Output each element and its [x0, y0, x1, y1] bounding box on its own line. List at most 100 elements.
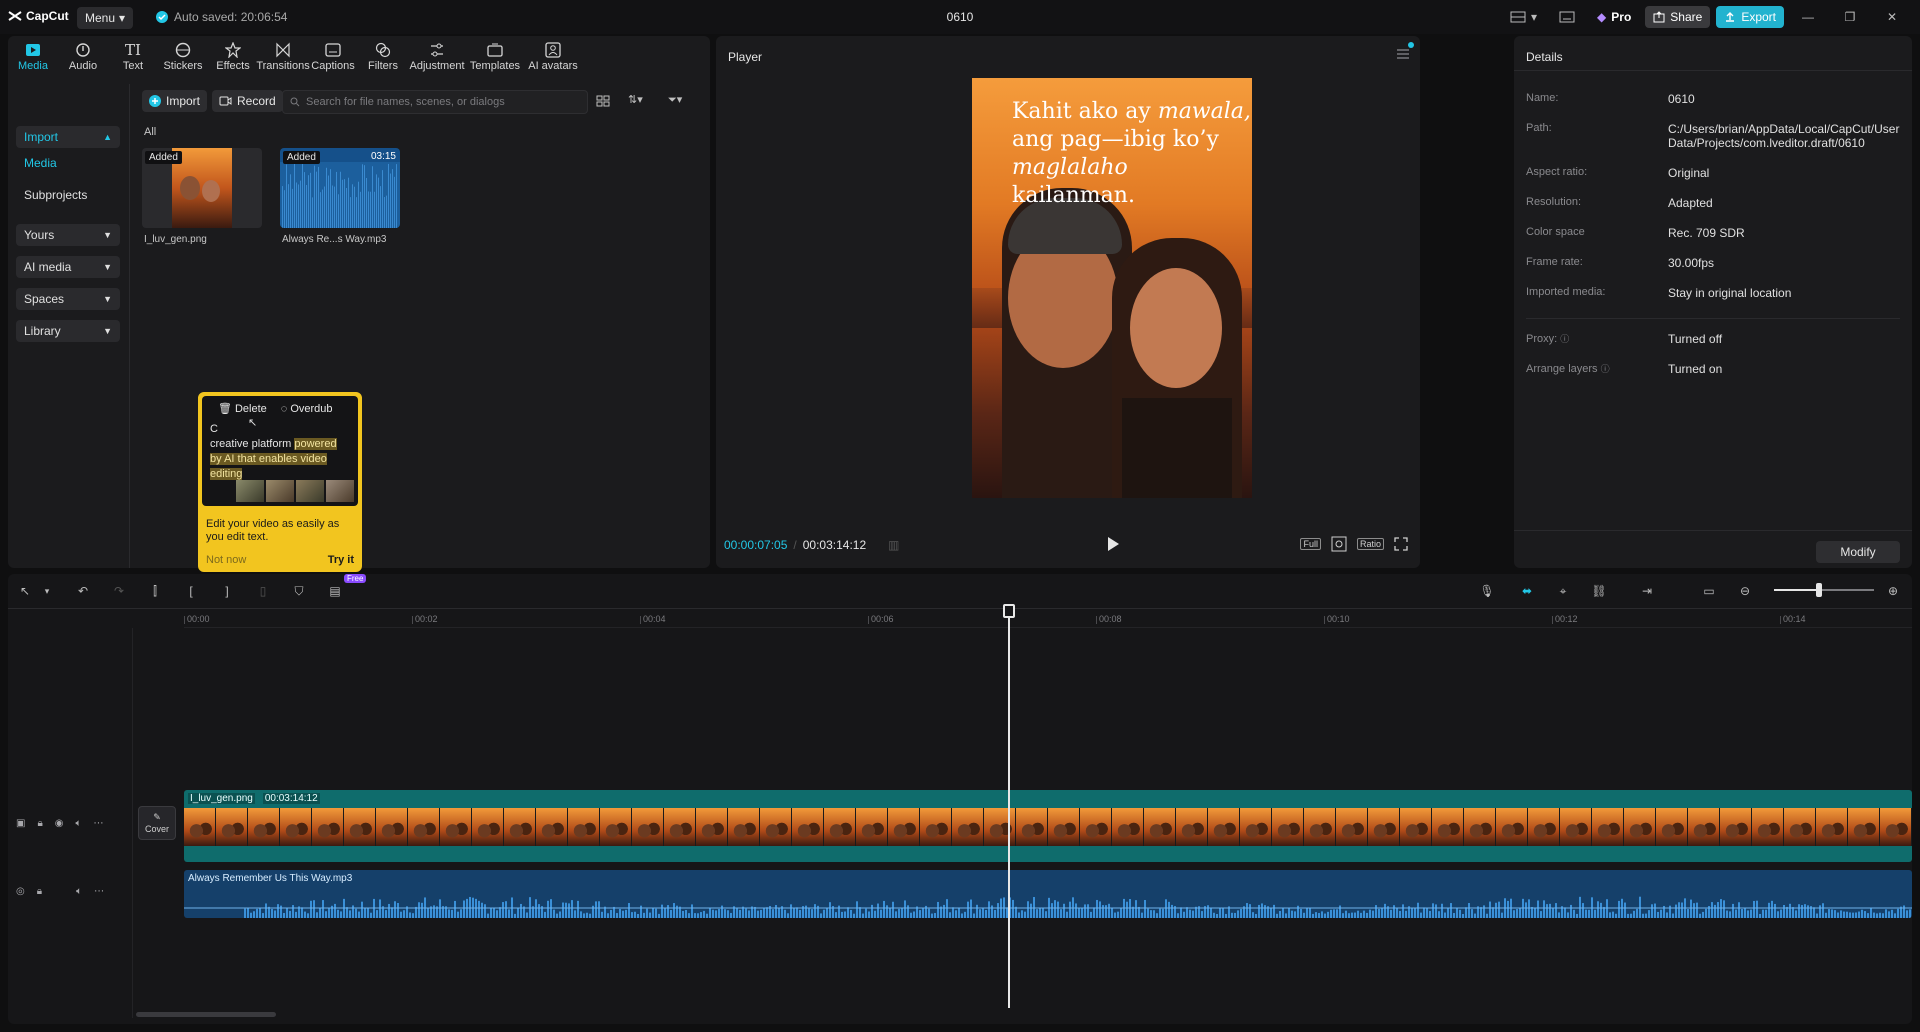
waveform-bar — [1135, 900, 1137, 918]
sidebar-item-library[interactable]: Library ▼ — [16, 320, 120, 342]
shortcuts-button[interactable] — [1551, 6, 1583, 28]
cover-button[interactable]: ✎ Cover — [138, 806, 176, 840]
tab-media[interactable]: Media — [8, 36, 58, 76]
more-icon[interactable]: ⋯ — [94, 818, 104, 829]
not-now-button[interactable]: Not now — [206, 554, 246, 566]
player-menu-button[interactable] — [1396, 48, 1410, 60]
tab-audio[interactable]: Audio — [58, 36, 108, 76]
full-quality-button[interactable]: Full — [1300, 538, 1321, 550]
sidebar-item-ai-media[interactable]: AI media ▼ — [16, 256, 120, 278]
preview-axis-button[interactable]: ⇥ — [1638, 582, 1656, 600]
zoom-fit-icon[interactable] — [1331, 536, 1347, 552]
split-right-button[interactable]: ] — [218, 582, 236, 600]
maximize-button[interactable]: ❐ — [1832, 6, 1868, 28]
tab-filters[interactable]: Filters — [358, 36, 408, 76]
layout-button[interactable]: ▾ — [1502, 6, 1545, 28]
record-button[interactable]: Record — [212, 90, 283, 112]
main-track-magnet-button[interactable]: ⬌ — [1518, 582, 1536, 600]
track-toggle-icon[interactable]: ▣ — [16, 818, 25, 829]
tab-adjustment[interactable]: Adjustment — [408, 36, 466, 76]
tab-ai-avatars[interactable]: AI avatars — [524, 36, 582, 76]
filter-button[interactable]: ⏷▾ — [668, 93, 682, 107]
undo-button[interactable]: ↶ — [74, 582, 92, 600]
delete-button[interactable]: ▯ — [254, 582, 272, 600]
share-button[interactable]: Share — [1645, 6, 1711, 28]
share-icon — [1653, 11, 1665, 23]
zoom-in-button[interactable]: ⊕ — [1884, 582, 1902, 600]
preview-quality-button[interactable]: ▭ — [1700, 582, 1718, 600]
filmstrip-frame — [1304, 808, 1336, 846]
play-button[interactable] — [1106, 536, 1120, 552]
timeline-view-icon[interactable]: ▥ — [888, 538, 899, 552]
tab-captions[interactable]: Captions — [308, 36, 358, 76]
redo-button[interactable]: ↷ — [110, 582, 128, 600]
lock-icon[interactable]: 🔒︎ — [37, 886, 42, 897]
captions-tool-button[interactable]: ▤ — [326, 582, 344, 600]
ratio-button[interactable]: Ratio — [1356, 538, 1384, 550]
microphone-button[interactable]: 🎙 — [1478, 582, 1496, 600]
info-icon[interactable]: ⓘ — [1560, 334, 1569, 344]
lock-icon[interactable]: 🔒︎ — [37, 818, 42, 829]
waveform-bar — [682, 910, 684, 918]
marker-button[interactable]: ⛉ — [290, 582, 308, 600]
split-left-button[interactable]: [ — [182, 582, 200, 600]
playhead-handle[interactable] — [1003, 604, 1015, 618]
speaker-icon[interactable]: 🔈︎ — [76, 818, 82, 829]
delete-menu-item[interactable]: 🗑 Delete — [218, 402, 267, 416]
info-icon[interactable]: ⓘ — [1601, 364, 1610, 374]
tab-text[interactable]: TI Text — [108, 36, 158, 76]
filter-icon: ⏷▾ — [668, 94, 683, 106]
overdub-menu-item[interactable]: ◌ Overdub — [281, 402, 333, 415]
tab-stickers[interactable]: Stickers — [158, 36, 208, 76]
playhead-line[interactable] — [1008, 608, 1010, 1008]
filmstrip-frame — [1784, 808, 1816, 846]
more-icon[interactable]: ⋯ — [94, 886, 104, 897]
video-preview[interactable]: Kahit ako ay mawala, ang pag—ibig ko’y m… — [972, 78, 1252, 498]
timeline-ruler[interactable]: 00:00 00:02 00:04 00:06 00:08 00:10 00:12 00:14 — [184, 608, 1912, 628]
detail-value[interactable]: Turned on — [1668, 362, 1908, 376]
split-button[interactable]: ⫿ — [146, 582, 164, 600]
waveform-bar — [1288, 908, 1290, 918]
video-clip[interactable]: I_luv_gen.png 00:03:14:12 — [184, 790, 1912, 862]
tab-transitions[interactable]: Transitions — [256, 36, 310, 76]
timeline-scrollbar[interactable] — [136, 1012, 276, 1017]
filter-all-label[interactable]: All — [144, 126, 156, 138]
redo-icon: ↷ — [113, 584, 125, 598]
waveform-bar — [1111, 907, 1113, 918]
pro-button[interactable]: ◆ Pro — [1589, 6, 1639, 28]
speaker-icon[interactable]: 🔈︎ — [76, 886, 82, 897]
media-search-input[interactable]: Search for file names, scenes, or dialog… — [282, 90, 588, 114]
sidebar-item-yours[interactable]: Yours ▼ — [16, 224, 120, 246]
tab-effects[interactable]: Effects — [208, 36, 258, 76]
audio-track-icon[interactable]: ◎ — [16, 886, 25, 897]
sidebar-item-subprojects[interactable]: Subprojects — [24, 188, 87, 202]
audio-clip[interactable]: Always Remember Us This Way.mp3 — [184, 870, 1912, 918]
media-item-image[interactable]: Added — [142, 148, 262, 228]
import-button[interactable]: Import — [142, 90, 208, 112]
close-button[interactable]: ✕ — [1874, 6, 1910, 28]
view-mode-button[interactable] — [596, 94, 610, 108]
menu-button[interactable]: Menu ▾ — [77, 7, 134, 29]
linkage-button[interactable]: ⛓ — [1590, 582, 1608, 600]
detail-value[interactable]: Turned off — [1668, 332, 1908, 346]
select-tool-dropdown[interactable]: ▾ — [38, 582, 56, 600]
tab-templates[interactable]: Templates — [466, 36, 524, 76]
sidebar-item-spaces[interactable]: Spaces ▼ — [16, 288, 120, 310]
sidebar-item-import[interactable]: Import ▲ — [16, 126, 120, 148]
eye-icon[interactable]: ◉ — [55, 818, 64, 829]
auto-snap-button[interactable]: ⌖ — [1554, 582, 1572, 600]
ruler-tick — [1780, 616, 1781, 624]
try-it-button[interactable]: Try it — [328, 554, 354, 566]
media-item-audio[interactable]: Added 03:15 — [280, 148, 400, 228]
zoom-slider-handle[interactable] — [1816, 583, 1822, 597]
sort-button[interactable]: ⇅▾ — [628, 93, 643, 106]
minimize-button[interactable]: — — [1790, 6, 1826, 28]
select-tool-button[interactable]: ↖ — [16, 582, 34, 600]
zoom-out-button[interactable]: ⊖ — [1736, 582, 1754, 600]
export-button[interactable]: Export — [1716, 6, 1784, 28]
waveform-bar — [1651, 904, 1653, 918]
modify-button[interactable]: Modify — [1816, 541, 1900, 563]
fullscreen-icon[interactable] — [1394, 537, 1408, 551]
sidebar-item-media[interactable]: Media — [24, 156, 57, 170]
waveform-bar — [1306, 908, 1308, 918]
